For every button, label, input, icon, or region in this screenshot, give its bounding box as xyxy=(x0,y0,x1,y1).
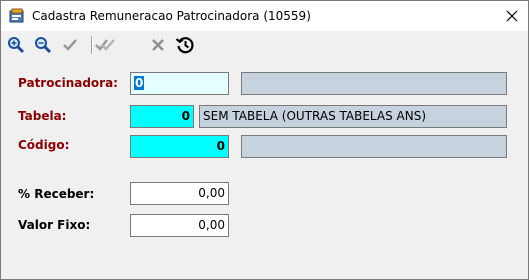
patrocinadora-value: 0 xyxy=(134,76,145,90)
check-all-icon[interactable] xyxy=(94,34,116,56)
cancel-icon[interactable] xyxy=(147,34,169,56)
patrocinadora-description xyxy=(241,72,507,95)
percentual-receber-label: % Receber: xyxy=(18,187,95,201)
toolbar xyxy=(1,31,528,59)
codigo-label: Código: xyxy=(18,138,70,152)
title-bar: Cadastra Remuneracao Patrocinadora (1055… xyxy=(1,1,528,31)
toolbar-separator xyxy=(91,36,93,54)
close-icon[interactable] xyxy=(501,5,523,27)
codigo-description xyxy=(241,135,507,158)
tabela-label: Tabela: xyxy=(18,109,67,123)
percentual-receber-input[interactable]: 0,00 xyxy=(130,182,229,205)
codigo-input[interactable]: 0 xyxy=(130,135,229,158)
window-title: Cadastra Remuneracao Patrocinadora (1055… xyxy=(32,9,311,23)
patrocinadora-label: Patrocinadora: xyxy=(18,76,118,90)
tabela-input[interactable]: 0 xyxy=(130,105,194,128)
window: Cadastra Remuneracao Patrocinadora (1055… xyxy=(0,0,529,280)
zoom-in-icon[interactable] xyxy=(5,34,27,56)
valor-fixo-label: Valor Fixo: xyxy=(18,218,91,232)
patrocinadora-input[interactable]: 0 xyxy=(130,72,229,95)
history-icon[interactable] xyxy=(174,34,196,56)
check-icon[interactable] xyxy=(59,34,81,56)
valor-fixo-input[interactable]: 0,00 xyxy=(130,214,229,237)
form-area: Patrocinadora: 0 Tabela: 0 SEM TABELA (O… xyxy=(1,59,528,279)
zoom-out-icon[interactable] xyxy=(32,34,54,56)
tabela-description: SEM TABELA (OUTRAS TABELAS ANS) xyxy=(199,105,507,128)
app-icon xyxy=(9,8,25,24)
